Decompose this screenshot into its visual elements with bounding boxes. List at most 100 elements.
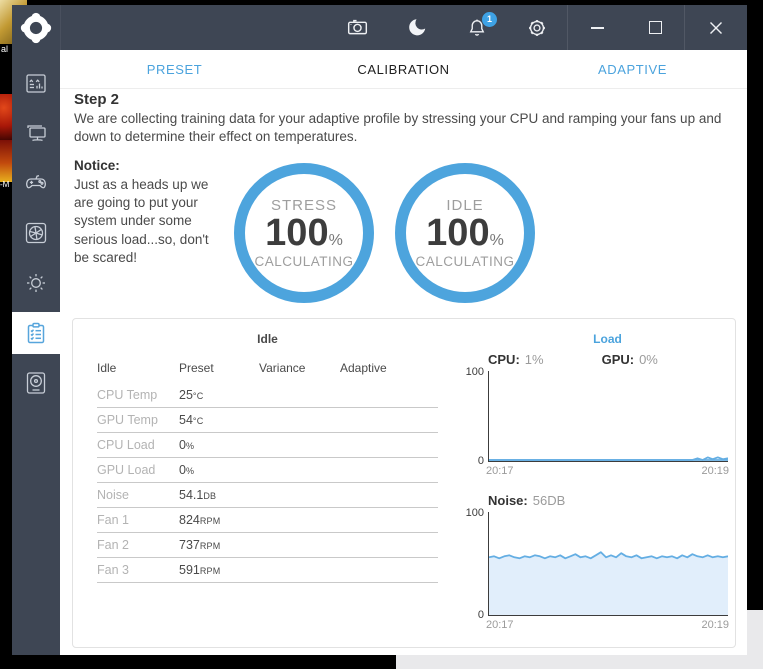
load-chart-svg [489,456,728,461]
row-unit: % [185,441,195,451]
tab-adaptive[interactable]: ADAPTIVE [518,50,747,88]
tab-preset[interactable]: PRESET [60,50,289,88]
column-header-idle: Idle [97,361,117,375]
table-row: Fan 2 737RPM [97,533,438,558]
noise-ytick-min: 0 [477,609,484,621]
gamepad-icon [26,174,46,189]
noise-chart-svg [489,551,728,615]
screenshot-button[interactable] [327,5,387,50]
sidebar-item-games[interactable] [12,158,60,208]
checklist-icon [27,322,45,344]
tab-calibration[interactable]: CALIBRATION [289,50,518,88]
table-row: Noise 54.1DB [97,483,438,508]
gauge-unit: % [328,232,343,250]
sidebar-item-monitoring[interactable] [12,58,60,108]
titlebar-spacer [61,5,327,50]
notice-title: Notice: [74,158,120,173]
load-xtick-end: 20:19 [701,465,729,477]
gpu-value: 0% [639,352,658,367]
row-preset-value: 54.1DB [179,488,217,502]
aperture-icon [25,222,47,244]
dark-mode-button[interactable] [387,5,447,50]
sidebar-item-pc-specs[interactable] [12,108,60,158]
column-header-variance: Variance [259,361,306,375]
table-row: CPU Load 0% [97,433,438,458]
column-header-preset: Preset [179,361,214,375]
settings-button[interactable] [507,5,567,50]
row-preset-value: 25°C [179,388,204,402]
load-ytick-max: 100 [465,366,484,378]
load-chart-xlabels: 20:17 20:19 [486,465,729,477]
row-preset-value: 737RPM [179,538,221,552]
step-title: Step 2 [74,91,120,108]
gauge-value-row: 100 % [426,212,504,255]
nzxt-cam-logo-icon [20,12,52,43]
row-label: GPU Temp [97,413,158,427]
row-unit: RPM [199,541,221,551]
table-row: GPU Temp 54°C [97,408,438,433]
row-unit: % [185,466,195,476]
gauge-value: 100 [426,212,490,255]
noise-chart-legend: Noise: 56DB [488,493,727,508]
sidebar-item-capture[interactable] [12,208,60,258]
calibration-content: Step 2 We are collecting training data f… [60,88,747,655]
gauge-unit: % [489,232,504,250]
load-ytick-min: 0 [477,455,484,467]
row-unit: RPM [199,516,221,526]
noise-label: Noise: [488,493,528,508]
sidebar-item-lighting[interactable] [12,258,60,308]
sidebar-item-devices[interactable] [12,358,60,408]
gpu-label: GPU: [601,352,635,367]
close-button[interactable] [685,5,747,50]
row-label: GPU Load [97,463,156,477]
desktop-icon-label: al [1,44,9,54]
noise-chart-plot: 100 0 [466,507,728,621]
load-chart-legend: CPU: 1% GPU: 0% [488,352,727,367]
idle-section-title: Idle [257,332,278,346]
app-logo[interactable] [12,5,61,50]
noise-chart-xlabels: 20:17 20:19 [486,619,729,631]
row-unit: DB [203,491,217,501]
row-preset-value: 591RPM [179,563,221,577]
row-label: Fan 2 [97,538,129,552]
gauge-status: CALCULATING [415,253,515,269]
load-chart-plot: 100 0 [466,366,728,467]
sidebar-item-calibration[interactable] [12,312,60,354]
noise-ytick-max: 100 [465,507,484,519]
app-window: 1 PRESET CALIBRATION ADAPTIVE Step 2 We … [12,5,747,655]
gear-icon [529,19,545,36]
row-preset-value: 54°C [179,413,204,427]
row-label: CPU Temp [97,388,158,402]
minimize-icon [590,26,604,29]
table-row: GPU Load 0% [97,458,438,483]
desktop-icon-label-2: -M [0,180,10,189]
notifications-button[interactable]: 1 [447,5,507,50]
idle-table-body: CPU Temp 25°C GPU Temp 54°C CPU Load 0% GPU Lo… [97,383,438,583]
noise-xtick-start: 20:17 [486,619,514,631]
gauge-status: CALCULATING [254,253,354,269]
idle-gauge: IDLE 100 % CALCULATING [395,163,535,303]
row-label: Noise [97,488,129,502]
sidebar [12,50,60,655]
cpu-label: CPU: [488,352,520,367]
maximize-icon [648,21,662,34]
camera-icon [347,19,367,35]
pc-specs-icon [27,125,46,142]
noise-value: 56DB [532,493,566,508]
row-preset-value: 0% [179,438,195,452]
row-label: Fan 1 [97,513,129,527]
close-icon [710,21,722,34]
minimize-button[interactable] [568,5,626,50]
device-icon [26,372,46,394]
idle-table-header: Idle Preset Variance Adaptive [97,357,438,383]
table-row: Fan 3 591RPM [97,558,438,583]
legend-gap [544,352,602,367]
tab-bar: PRESET CALIBRATION ADAPTIVE [60,50,747,89]
row-unit: °C [192,391,204,401]
row-label: CPU Load [97,438,155,452]
row-unit: °C [192,416,204,426]
row-preset-value: 824RPM [179,513,221,527]
gauge-value-row: 100 % [265,214,343,252]
row-unit: RPM [199,566,221,576]
maximize-button[interactable] [626,5,684,50]
